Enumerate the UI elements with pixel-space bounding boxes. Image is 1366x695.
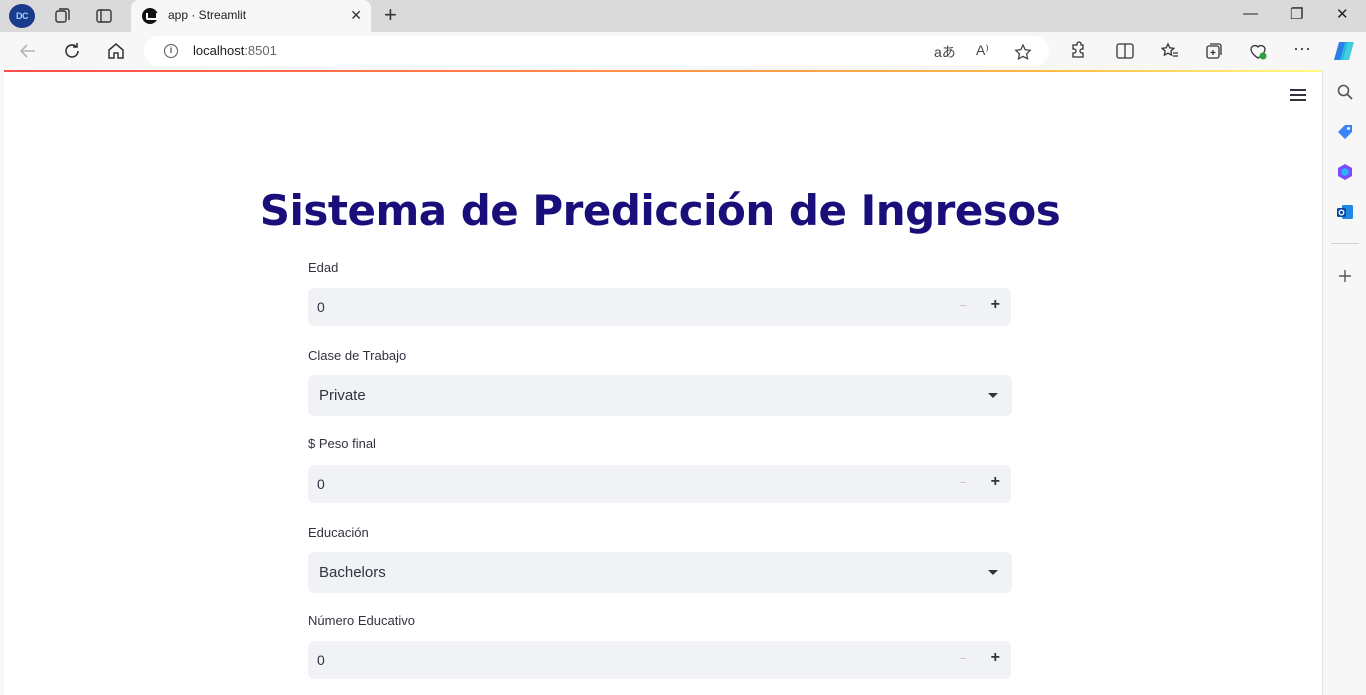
clase-de-trabajo-value: Private [319, 387, 366, 404]
read-aloud-icon[interactable]: A⁾ [976, 42, 989, 59]
edad-label: Edad [308, 260, 339, 275]
peso-final-value[interactable]: 0 [317, 476, 325, 492]
copilot-icon[interactable] [1332, 39, 1356, 63]
peso-final-label: $ Peso final [308, 436, 376, 451]
microsoft-365-icon[interactable] [1336, 163, 1354, 181]
streamlit-app: Sistema de Predicción de Ingresos Edad 0… [4, 72, 1322, 695]
address-bar[interactable]: i localhost:8501 aあ A⁾ [144, 36, 1049, 66]
site-info-icon[interactable]: i [164, 44, 178, 58]
educacion-label: Educación [308, 525, 369, 540]
profile-avatar[interactable]: DC [9, 4, 35, 28]
new-tab-icon[interactable]: + [384, 4, 397, 26]
minimize-icon[interactable]: — [1243, 5, 1258, 22]
chevron-down-icon [988, 393, 998, 398]
browser-essentials-icon[interactable] [1248, 41, 1268, 61]
extensions-icon[interactable] [1067, 41, 1087, 61]
refresh-icon[interactable] [61, 40, 83, 62]
numero-educativo-decrement-button[interactable]: − [959, 650, 967, 666]
clase-de-trabajo-select[interactable]: Private [308, 375, 1012, 416]
sidebar-divider [1331, 243, 1359, 244]
educacion-select[interactable]: Bachelors [308, 552, 1012, 593]
search-icon[interactable] [1336, 83, 1354, 101]
favorite-star-icon[interactable] [1014, 43, 1032, 61]
main-menu-icon[interactable] [1290, 89, 1306, 101]
edad-value[interactable]: 0 [317, 299, 325, 315]
split-screen-icon[interactable] [1115, 41, 1135, 61]
browser-tab-strip: DC app · Streamlit ✕ + — ❐ ✕ [0, 0, 1366, 32]
browser-toolbar: i localhost:8501 aあ A⁾ ··· [0, 32, 1366, 70]
shopping-tag-icon[interactable] [1336, 123, 1354, 141]
numero-educativo-value[interactable]: 0 [317, 652, 325, 668]
tab-actions-icon[interactable] [95, 7, 113, 25]
numero-educativo-label: Número Educativo [308, 613, 415, 628]
browser-sidebar [1322, 70, 1366, 695]
translate-icon[interactable]: aあ [934, 42, 956, 62]
peso-final-increment-button[interactable]: + [991, 473, 1000, 491]
favorites-icon[interactable] [1160, 41, 1180, 61]
clase-de-trabajo-label: Clase de Trabajo [308, 348, 407, 363]
edad-number-input[interactable]: 0 − + [308, 288, 1011, 326]
chevron-down-icon [988, 570, 998, 575]
back-icon[interactable] [17, 40, 39, 62]
restore-icon[interactable]: ❐ [1290, 5, 1303, 23]
collections-icon[interactable] [1204, 41, 1224, 61]
workspaces-icon[interactable] [53, 7, 71, 25]
edad-increment-button[interactable]: + [991, 296, 1000, 314]
tab-app-streamlit[interactable]: app · Streamlit ✕ [131, 0, 371, 32]
tab-title: app · Streamlit [168, 8, 247, 22]
home-icon[interactable] [105, 40, 127, 62]
url-text[interactable]: localhost:8501 [193, 43, 277, 58]
more-options-icon[interactable]: ··· [1293, 38, 1313, 58]
peso-final-number-input[interactable]: 0 − + [308, 465, 1011, 503]
numero-educativo-increment-button[interactable]: + [991, 649, 1000, 667]
numero-educativo-number-input[interactable]: 0 − + [308, 641, 1011, 679]
outlook-icon[interactable] [1336, 203, 1354, 221]
close-window-icon[interactable]: ✕ [1336, 5, 1349, 23]
peso-final-decrement-button[interactable]: − [959, 474, 967, 490]
streamlit-favicon-icon [142, 8, 158, 24]
add-icon[interactable] [1336, 267, 1354, 285]
edad-decrement-button[interactable]: − [959, 297, 967, 313]
page-title: Sistema de Predicción de Ingresos [259, 186, 1061, 235]
close-tab-icon[interactable]: ✕ [350, 7, 362, 24]
educacion-value: Bachelors [319, 564, 386, 581]
